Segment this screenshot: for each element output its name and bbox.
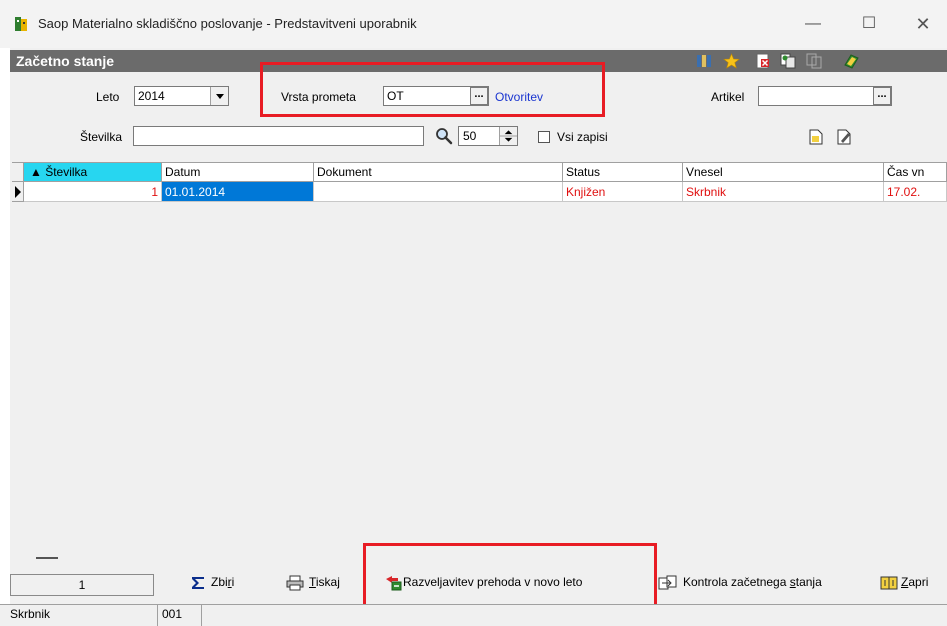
all-records-label: Vsi zapisi: [557, 130, 608, 144]
close-label-post: apri: [908, 575, 929, 589]
cell-vnesel[interactable]: Skrbnik: [683, 182, 884, 202]
app-icon: [15, 17, 27, 31]
status-code: 001: [158, 604, 202, 626]
spin-updown-icon[interactable]: [499, 127, 517, 145]
record-count: 1: [10, 574, 154, 596]
print-button[interactable]: Tiskaj: [286, 570, 340, 594]
favorite-star-icon[interactable]: [723, 53, 740, 69]
records-grid[interactable]: ▲ Številka Datum Dokument Status Vnesel …: [12, 162, 947, 548]
record-limit-stepper[interactable]: 50: [458, 126, 518, 146]
close-book-icon: [880, 576, 898, 590]
grid-header: ▲ Številka Datum Dokument Status Vnesel …: [12, 163, 947, 182]
article-input[interactable]: [758, 86, 892, 106]
opening-balance-label-pre: Kontrola začetnega: [683, 575, 790, 589]
search-icon[interactable]: [435, 127, 453, 145]
cell-dokument[interactable]: [314, 182, 563, 202]
sigma-icon: [192, 576, 204, 589]
record-limit-value: 50: [463, 129, 477, 143]
panel-title: Začetno stanje: [16, 53, 115, 69]
exit-book-icon[interactable]: [843, 53, 860, 69]
print-label-post: iskaj: [315, 575, 340, 589]
scrollbar-thumb[interactable]: [36, 557, 58, 559]
status-user: Skrbnik: [6, 604, 158, 626]
cell-datum[interactable]: 01.01.2014: [162, 182, 314, 202]
column-header-cas[interactable]: Čas vn: [884, 163, 947, 182]
article-browse-button[interactable]: ...: [873, 87, 891, 105]
chevron-down-icon[interactable]: [210, 87, 228, 105]
window-title: Saop Materialno skladiščno poslovanje - …: [38, 16, 417, 31]
columns-icon[interactable]: [696, 53, 713, 69]
new-document-icon[interactable]: [808, 128, 824, 146]
current-row-indicator-icon: [12, 182, 24, 202]
year-label: Leto: [96, 90, 120, 104]
close-window-button[interactable]: Zapri: [880, 570, 928, 594]
year-value: 2014: [138, 89, 165, 103]
sum-button[interactable]: Zbiri: [190, 570, 234, 594]
number-label: Številka: [80, 130, 123, 144]
printer-icon: [286, 575, 304, 591]
column-header-dokument[interactable]: Dokument: [314, 163, 563, 182]
window-titlebar: Saop Materialno skladiščno poslovanje - …: [0, 0, 947, 48]
copy-documents-icon[interactable]: [780, 53, 797, 69]
all-records-checkbox[interactable]: [538, 131, 550, 143]
maximize-button[interactable]: ☐: [846, 8, 892, 40]
article-label: Artikel: [711, 90, 745, 104]
number-input[interactable]: [133, 126, 424, 146]
column-header-vnesel[interactable]: Vnesel: [683, 163, 884, 182]
year-select[interactable]: 2014: [134, 86, 229, 106]
minimize-button[interactable]: —: [790, 8, 836, 40]
paste-disabled-icon: [806, 53, 822, 69]
cell-cas[interactable]: 17.02.: [884, 182, 947, 202]
column-header-status[interactable]: Status: [563, 163, 683, 182]
cell-stevilka[interactable]: 1: [24, 182, 162, 202]
column-header-stevilka[interactable]: ▲ Številka: [24, 163, 162, 182]
column-header-datum[interactable]: Datum: [162, 163, 314, 182]
close-button[interactable]: ✕: [900, 8, 946, 40]
cell-status[interactable]: Knjižen: [563, 182, 683, 202]
edit-document-icon[interactable]: [836, 128, 852, 146]
opening-balance-label-post: tanja: [795, 575, 822, 589]
row-indicator-header: [12, 163, 24, 182]
check-documents-icon: [658, 575, 677, 590]
opening-balance-check-button[interactable]: Kontrola začetnega stanja: [658, 570, 822, 594]
sum-label-post: i: [231, 575, 235, 589]
print-label-accel: T: [309, 575, 316, 589]
delete-document-icon[interactable]: [755, 53, 772, 69]
sum-label-pre: Zbi: [211, 575, 228, 589]
highlight-box-transaction-type: [260, 62, 605, 117]
